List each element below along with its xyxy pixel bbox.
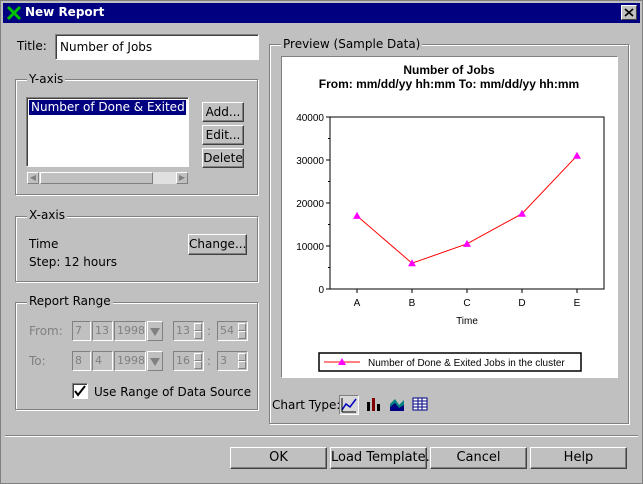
x-tick-label: B	[409, 298, 416, 309]
legend-label: Number of Done & Exited Jobs in the clus…	[368, 358, 565, 369]
add-button[interactable]: Add...	[202, 102, 244, 122]
y-tick-label: 20000	[296, 199, 324, 210]
x-axis-label: Time	[456, 316, 478, 327]
from-time-separator: :	[207, 324, 212, 338]
from-minute-spinner[interactable]: 54	[217, 321, 248, 341]
data-point	[573, 151, 581, 159]
chart-subtitle: From: mm/dd/yy hh:mm To: mm/dd/yy hh:mm	[319, 77, 579, 91]
load-template-button[interactable]: Load Template...	[330, 447, 438, 469]
new-report-dialog: New Report Title: Number of Jobs Y-axis …	[0, 0, 643, 484]
data-point	[463, 239, 471, 247]
chart-type-label: Chart Type:	[272, 398, 341, 412]
x-tick-label: D	[518, 298, 525, 309]
y-axis-list[interactable]: Number of Done & Exited Jo	[26, 97, 189, 167]
to-minute-value: 3	[220, 354, 227, 367]
y-tick-label: 10000	[296, 242, 324, 253]
from-year-field[interactable]: 1998	[114, 321, 146, 341]
to-month-field[interactable]: 8	[72, 351, 91, 371]
data-point	[353, 211, 361, 219]
spin-up-icon[interactable]	[238, 353, 246, 361]
y-axis-list-item[interactable]: Number of Done & Exited Jo	[29, 100, 186, 115]
spin-up-icon[interactable]	[238, 323, 246, 331]
to-hour-spinner[interactable]: 16	[173, 351, 204, 371]
y-tick-label: 0	[318, 285, 324, 296]
from-month-field[interactable]: 7	[72, 321, 91, 341]
line-chart: Number of JobsFrom: mm/dd/yy hh:mm To: m…	[296, 63, 605, 372]
line-chart-icon[interactable]	[339, 395, 359, 415]
from-date-dropdown[interactable]	[147, 321, 163, 341]
spin-down-icon[interactable]	[238, 331, 246, 339]
to-minute-spinner[interactable]: 3	[217, 351, 248, 371]
to-year-field[interactable]: 1998	[114, 351, 146, 371]
x-axis-legend: X-axis	[27, 208, 67, 222]
cancel-button[interactable]: Cancel	[430, 447, 527, 469]
to-label: To:	[29, 354, 46, 368]
scroll-right-icon[interactable]: ▶	[176, 172, 188, 184]
preview-legend: Preview (Sample Data)	[281, 37, 423, 51]
y-tick-label: 40000	[296, 113, 324, 124]
to-day-field[interactable]: 4	[92, 351, 113, 371]
from-month-value: 7	[75, 324, 82, 337]
x-tick-label: A	[354, 298, 361, 309]
close-button[interactable]	[621, 5, 637, 20]
title-label: Title:	[17, 39, 47, 53]
table-chart-icon[interactable]	[411, 395, 431, 415]
from-day-value: 13	[95, 324, 109, 337]
bar-chart-icon[interactable]	[364, 395, 384, 415]
app-icon	[6, 5, 22, 21]
to-date-dropdown[interactable]	[147, 351, 163, 371]
report-range-legend: Report Range	[27, 294, 113, 308]
y-axis-list-scrollbar[interactable]: ◀ ▶	[26, 171, 189, 185]
from-label: From:	[29, 324, 63, 338]
chart-area: Number of Jobs From: mm/dd/yy hh:mm To: m…	[281, 56, 618, 378]
spin-up-icon[interactable]	[194, 353, 202, 361]
x-tick-label: E	[574, 298, 581, 309]
title-bar: New Report	[3, 3, 640, 23]
close-icon	[624, 8, 634, 17]
plot-frame	[329, 116, 605, 290]
help-button[interactable]: Help	[530, 447, 627, 469]
scroll-left-icon[interactable]: ◀	[27, 172, 39, 184]
from-day-field[interactable]: 13	[92, 321, 113, 341]
spin-up-icon[interactable]	[194, 323, 202, 331]
chevron-down-icon	[150, 358, 160, 366]
to-month-value: 8	[75, 354, 82, 367]
use-source-range-label: Use Range of Data Source	[94, 385, 252, 399]
delete-button[interactable]: Delete	[202, 148, 244, 168]
to-year-value: 1998	[117, 354, 145, 367]
to-day-value: 4	[95, 354, 102, 367]
x-axis-step: Step: 12 hours	[29, 255, 118, 269]
y-axis-legend: Y-axis	[27, 72, 66, 86]
scrollbar-thumb[interactable]	[40, 172, 153, 184]
to-time-separator: :	[207, 354, 212, 368]
x-tick-label: C	[463, 298, 470, 309]
x-axis-field: Time	[29, 237, 59, 251]
area-chart-icon[interactable]	[388, 395, 408, 415]
dialog-separator	[5, 435, 638, 437]
checkmark-icon	[74, 385, 86, 397]
chart-title: Number of Jobs	[403, 63, 495, 77]
y-tick-label: 30000	[296, 156, 324, 167]
window-title: New Report	[25, 5, 105, 19]
to-hour-value: 16	[176, 354, 190, 367]
ok-button[interactable]: OK	[230, 447, 327, 469]
from-hour-spinner[interactable]: 13	[173, 321, 204, 341]
spin-down-icon[interactable]	[194, 331, 202, 339]
from-year-value: 1998	[117, 324, 145, 337]
from-minute-value: 54	[220, 324, 234, 337]
chevron-down-icon	[150, 328, 160, 336]
spin-down-icon[interactable]	[238, 361, 246, 369]
spin-down-icon[interactable]	[194, 361, 202, 369]
series-line	[356, 155, 578, 264]
from-hour-value: 13	[176, 324, 190, 337]
use-source-range-checkbox[interactable]	[72, 383, 88, 399]
change-button[interactable]: Change...	[188, 234, 247, 255]
title-input[interactable]: Number of Jobs	[55, 34, 259, 60]
edit-button[interactable]: Edit...	[202, 125, 244, 145]
